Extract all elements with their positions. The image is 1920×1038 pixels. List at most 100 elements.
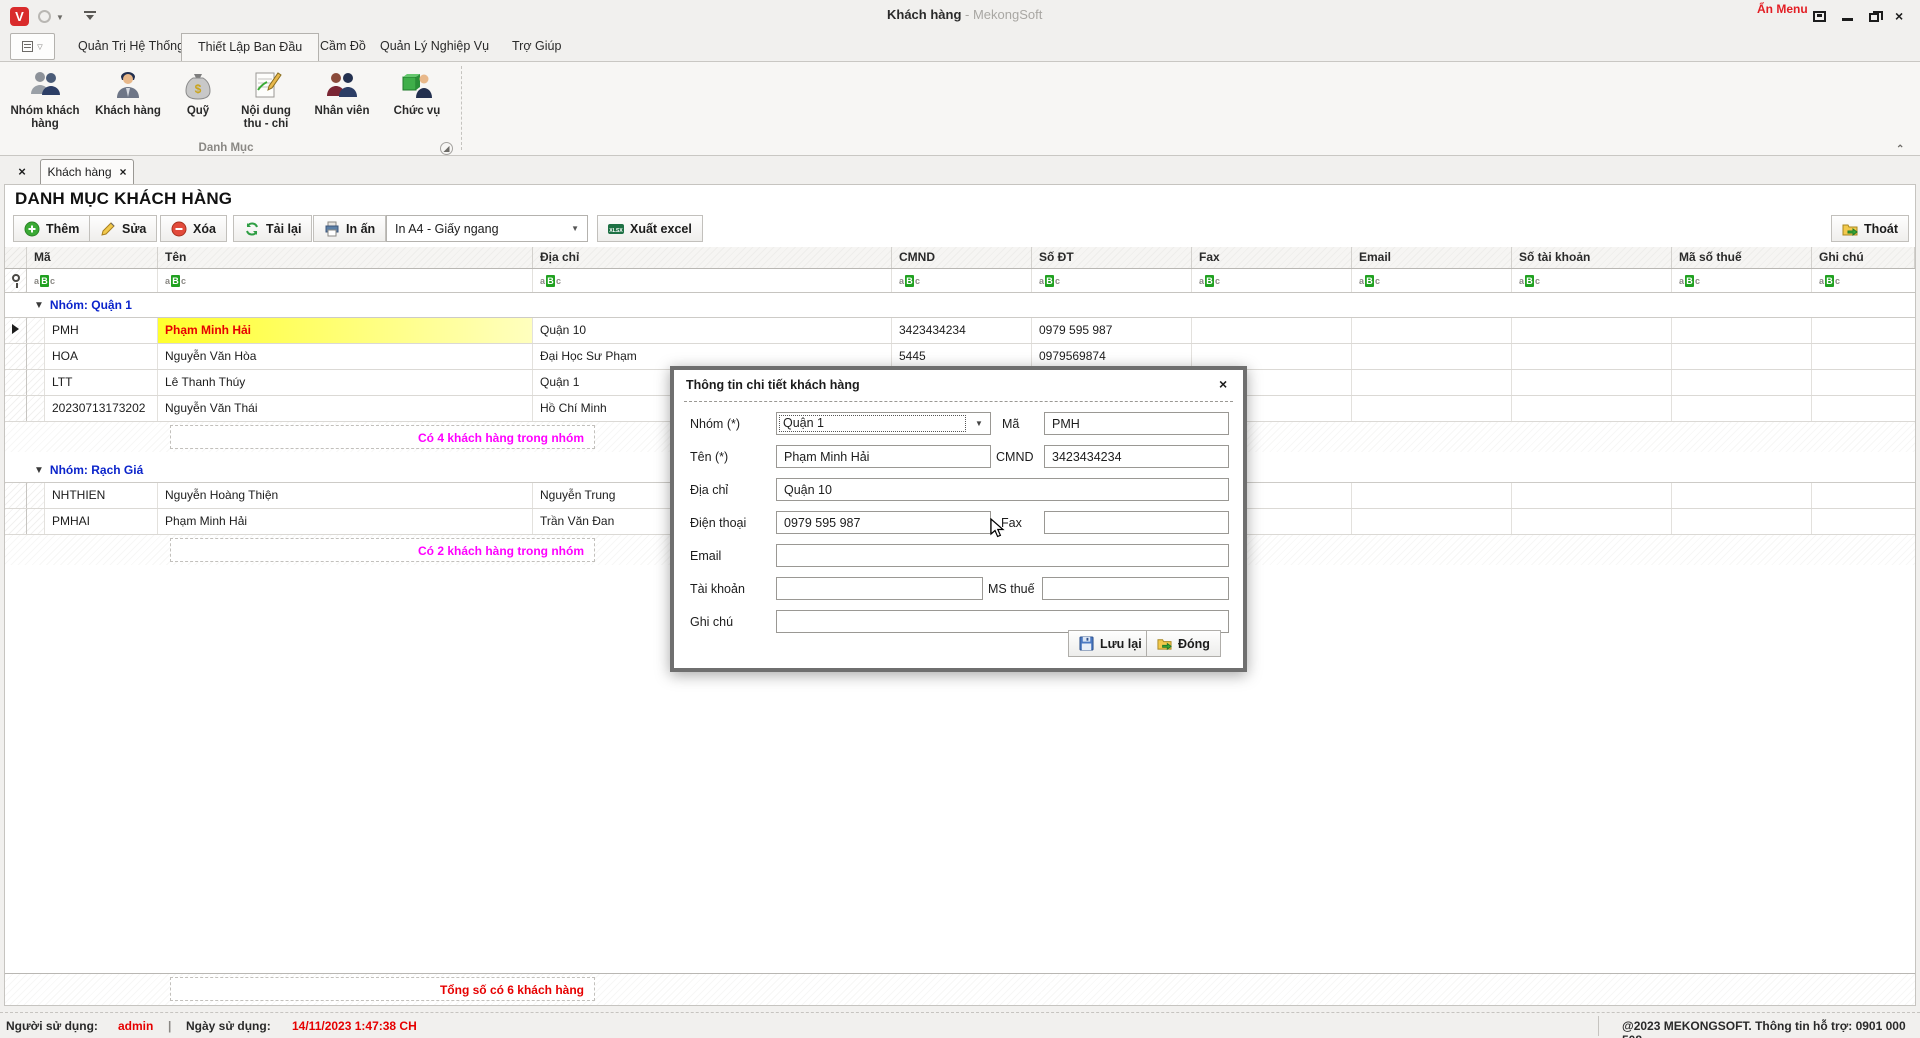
ribbon-item-noi-dung-thu-chi[interactable]: Nội dung thu - chi <box>230 66 302 142</box>
chevron-down-icon[interactable]: ▼ <box>968 413 990 434</box>
toolbar-customize-icon[interactable] <box>84 10 96 22</box>
filter-cell-sodt[interactable]: aBc <box>1032 269 1192 292</box>
column-header-sodt[interactable]: Số ĐT <box>1032 247 1192 268</box>
phone-label: Điện thoại <box>690 516 746 530</box>
column-header-mst[interactable]: Mã số thuế <box>1672 247 1812 268</box>
page-title: DANH MỤC KHÁCH HÀNG <box>15 189 232 209</box>
grid-total-summary: Tổng số có 6 khách hàng <box>5 973 1915 1005</box>
close-tab-button[interactable]: × <box>10 161 34 182</box>
quick-access-dropdown-icon[interactable]: ▼ <box>56 13 64 22</box>
column-header-cmnd[interactable]: CMND <box>892 247 1032 268</box>
position-icon <box>400 68 434 102</box>
ribbon-item-quy[interactable]: $ Quỹ <box>172 66 224 142</box>
cell-ma: HOA <box>45 344 158 369</box>
filter-cell-cmnd[interactable]: aBc <box>892 269 1032 292</box>
name-input[interactable]: Phạm Minh Hải <box>776 445 991 468</box>
column-header-stk[interactable]: Số tài khoản <box>1512 247 1672 268</box>
filter-cell-diachi[interactable]: aBc <box>533 269 892 292</box>
close-dialog-button[interactable]: Đóng <box>1146 630 1221 657</box>
ribbon-group-caption: Danh Mục <box>0 142 452 154</box>
group-row-quan-1[interactable]: ▼Nhóm: Quận 1 <box>5 293 1915 318</box>
cell-ten: Nguyễn Văn Hòa <box>158 344 533 369</box>
edit-button[interactable]: Sửa <box>89 215 157 242</box>
collapse-icon[interactable]: ▼ <box>34 300 44 311</box>
ribbon-item-chuc-vu[interactable]: Chức vụ <box>386 66 448 142</box>
toolbar: Thêm Sửa Xóa Tải lại In ấn In A4 - Giấy … <box>5 213 1915 245</box>
filter-cell-mst[interactable]: aBc <box>1672 269 1812 292</box>
group-label: Nhóm (*) <box>690 417 740 431</box>
save-button[interactable]: Lưu lại <box>1068 630 1153 657</box>
close-icon[interactable]: × <box>120 165 127 179</box>
print-layout-select[interactable]: In A4 - Giấy ngang ▼ <box>386 215 588 242</box>
filter-cell-stk[interactable]: aBc <box>1512 269 1672 292</box>
cell-sodt: 0979 595 987 <box>1032 318 1192 343</box>
ribbon-tab-thiet-lap-ban-dau[interactable]: Thiết Lập Ban Đầu <box>181 33 319 62</box>
group-combo[interactable]: Quận 1 ▼ <box>776 412 991 435</box>
restore-button[interactable] <box>1869 13 1879 22</box>
cmnd-input[interactable]: 3423434234 <box>1044 445 1229 468</box>
minimize-button[interactable] <box>1842 12 1853 21</box>
delete-button[interactable]: Xóa <box>160 215 227 242</box>
svg-text:XLSX: XLSX <box>609 228 623 234</box>
column-header-email[interactable]: Email <box>1352 247 1512 268</box>
code-input[interactable]: PMH <box>1044 412 1229 435</box>
row-indicator <box>5 318 27 343</box>
print-button[interactable]: In ấn <box>313 215 386 242</box>
reload-button[interactable]: Tải lại <box>233 215 312 242</box>
column-header-fax[interactable]: Fax <box>1192 247 1352 268</box>
divider <box>461 66 462 150</box>
filter-cell-ma[interactable]: aBc <box>27 269 158 292</box>
add-button[interactable]: Thêm <box>13 215 90 242</box>
filter-cell-ghichu[interactable]: aBc <box>1812 269 1915 292</box>
ribbon-tab-quan-ly-nghiep-vu[interactable]: Quản Lý Nghiệp Vụ <box>364 33 505 62</box>
address-label: Địa chỉ <box>690 483 728 497</box>
cmnd-label: CMND <box>996 450 1034 464</box>
exit-button[interactable]: Thoát <box>1831 215 1909 242</box>
customer-row-pmh[interactable]: PMH Phạm Minh Hải Quận 10 3423434234 097… <box>5 318 1915 344</box>
cell-ten: Phạm Minh Hải <box>158 509 533 534</box>
filter-cell-fax[interactable]: aBc <box>1192 269 1352 292</box>
phone-input[interactable]: 0979 595 987 <box>776 511 991 534</box>
cell-ten: Lê Thanh Thúy <box>158 370 533 395</box>
filter-cell-email[interactable]: aBc <box>1352 269 1512 292</box>
column-header-ten[interactable]: Tên <box>158 247 533 268</box>
fullscreen-button[interactable] <box>1813 11 1826 22</box>
collapse-icon[interactable]: ▼ <box>34 465 44 476</box>
column-header-ghichu[interactable]: Ghi chú <box>1812 247 1915 268</box>
tab-khach-hang[interactable]: Khách hàng × <box>40 159 134 184</box>
application-window: V ▼ Khách hàng - MekongSoft Ẩn Menu × ▽ … <box>0 0 1920 1038</box>
chevron-down-icon: ▼ <box>571 224 579 233</box>
ribbon-tab-tro-giup[interactable]: Trợ Giúp <box>496 33 577 62</box>
ribbon-item-nhom-khach-hang[interactable]: Nhóm khách hàng <box>6 66 84 142</box>
hide-menu-link[interactable]: Ẩn Menu <box>1757 2 1808 16</box>
app-logo-icon[interactable]: V <box>10 7 29 26</box>
money-bag-icon: $ <box>181 68 215 102</box>
cell-diachi: Quận 10 <box>533 318 892 343</box>
application-menu-button[interactable]: ▽ <box>10 33 55 60</box>
dialog-close-icon[interactable]: × <box>1219 376 1227 392</box>
ribbon-tab-quan-tri-he-thong[interactable]: Quản Trị Hệ Thống <box>62 33 200 62</box>
note-label: Ghi chú <box>690 615 733 629</box>
column-header-ma[interactable]: Mã <box>27 247 158 268</box>
fax-input[interactable] <box>1044 511 1229 534</box>
export-excel-button[interactable]: XLSX Xuất excel <box>597 215 703 242</box>
employees-icon <box>325 68 359 102</box>
name-label: Tên (*) <box>690 450 728 464</box>
cell-ma: LTT <box>45 370 158 395</box>
group-summary-text: Có 4 khách hàng trong nhóm <box>170 425 595 449</box>
tax-input[interactable] <box>1042 577 1229 600</box>
column-header-diachi[interactable]: Địa chỉ <box>533 247 892 268</box>
ribbon-item-khach-hang[interactable]: Khách hàng <box>92 66 164 142</box>
ribbon-collapse-icon[interactable]: ⌃ <box>1896 144 1904 155</box>
cell-ten-selected: Phạm Minh Hải <box>158 318 533 343</box>
quick-access-circle-icon[interactable] <box>38 10 51 23</box>
account-input[interactable] <box>776 577 983 600</box>
chevron-down-icon: ▽ <box>37 43 42 51</box>
email-input[interactable] <box>776 544 1229 567</box>
divider <box>1598 1016 1599 1036</box>
filter-cell-ten[interactable]: aBc <box>158 269 533 292</box>
ribbon-item-nhan-vien[interactable]: Nhân viên <box>308 66 376 142</box>
ribbon-group-dialog-icon[interactable]: ◢ <box>440 142 453 155</box>
address-input[interactable]: Quận 10 <box>776 478 1229 501</box>
close-button[interactable]: × <box>1895 11 1908 22</box>
